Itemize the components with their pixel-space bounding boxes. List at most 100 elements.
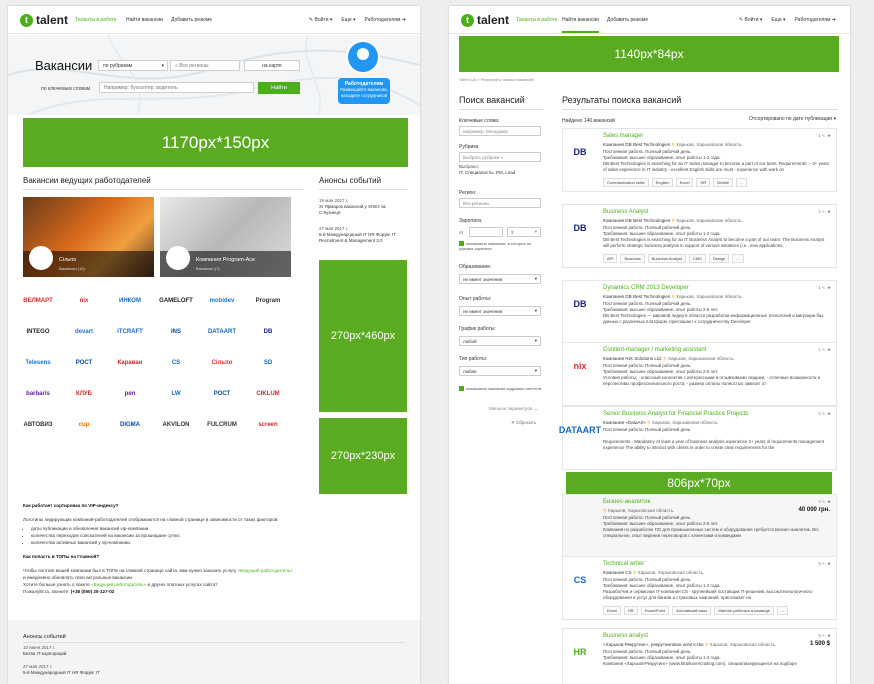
star-icon[interactable]: ★ — [827, 347, 831, 352]
vacancy-company[interactable]: Компания DB Best Technologies ⚲ Харьков,… — [603, 142, 743, 148]
employer-logo[interactable]: SD — [253, 354, 283, 372]
skill-tag[interactable]: ... — [732, 254, 744, 263]
employer-logo[interactable]: DB — [253, 323, 283, 341]
skill-tag[interactable]: HR — [696, 178, 711, 187]
employer-logo[interactable]: AKVILON — [161, 416, 191, 434]
skill-tag[interactable]: Excel — [675, 178, 694, 187]
currency-select[interactable]: $ ▾ — [507, 227, 541, 237]
employer-logo[interactable]: devart — [69, 323, 99, 341]
mid-ad-banner[interactable]: 806px*70px — [566, 472, 832, 494]
employer-logo[interactable]: КЛУБ — [69, 385, 99, 403]
nav-add-resume[interactable]: Добавить резюме — [171, 17, 212, 23]
skill-tag[interactable]: Английский язык — [672, 606, 712, 615]
vacancy-card[interactable]: DB Sales manager Компания DB Best Technolo… — [562, 128, 837, 192]
login-link[interactable]: ✎ Войти ▾ — [739, 17, 763, 23]
vacancy-company[interactable]: Компания «DataArt» ⚲ Харьков, Харьковска… — [603, 420, 719, 426]
employer-logo[interactable]: РОСТ — [207, 385, 237, 403]
vacancy-company[interactable]: Компания CS ⚲ Харьков, Харьковская облас… — [603, 570, 704, 576]
vacancy-title-link[interactable]: Dynamics CRM 2013 Developer — [603, 285, 689, 291]
star-icon[interactable]: ★ — [827, 133, 831, 138]
keywords-input[interactable]: например, Менеджер — [459, 126, 541, 136]
skill-tag[interactable]: Mobile — [713, 178, 734, 187]
leading-employer-link[interactable]: «Ведущий работодатель» — [238, 568, 293, 573]
site-logo[interactable]: t talent Таланты в работе — [461, 13, 558, 27]
phone-number[interactable]: (+38 (050) 20-127-02 — [71, 589, 115, 594]
top-ad-banner[interactable]: 1140px*84px — [459, 36, 839, 72]
employer-card-program-ace[interactable]: Компания Program-Ace Вакансии (7) — [160, 197, 291, 277]
employer-logo[interactable]: mobidev — [207, 292, 237, 310]
vacancy-card[interactable]: nix Content-manager / marketing assistant… — [562, 342, 837, 406]
footer-item[interactable]: 10 июня 2017 г. Битва IT-корпораций — [23, 645, 66, 657]
employer-logo[interactable]: Program — [253, 292, 283, 310]
employer-logo[interactable]: Telesens — [23, 354, 53, 372]
vacancy-title-link[interactable]: Technical writer — [603, 561, 644, 567]
skill-tag[interactable]: English — [651, 178, 673, 187]
employer-logo[interactable]: INS — [161, 323, 191, 341]
employer-logo[interactable]: INTEGO — [23, 323, 53, 341]
vacancy-company[interactable]: «Харьков-Рекрутинг», рекрутинговое агент… — [603, 642, 776, 648]
vacancy-title-link[interactable]: Бизнес-аналитик — [603, 499, 650, 505]
find-button[interactable]: Найти — [258, 82, 300, 94]
skill-tag[interactable]: ... — [777, 606, 789, 615]
star-icon[interactable]: ★ — [827, 499, 831, 504]
star-icon[interactable]: ★ — [827, 285, 831, 290]
nav-add-resume[interactable]: Добавить резюме — [607, 17, 648, 23]
leading-employer-link-2[interactable]: «Ведущий работодатель» — [91, 582, 146, 587]
star-icon[interactable]: ★ — [827, 411, 831, 416]
vacancy-card[interactable]: Бизнес-аналитик ⚲ Харьков, Харьковская о… — [562, 494, 837, 558]
work-type-select[interactable]: любая ▾ — [459, 366, 541, 376]
education-select[interactable]: не имеет значения ▾ — [459, 274, 541, 284]
skill-tag[interactable]: Business Analyst — [647, 254, 686, 263]
employer-logo[interactable]: DATAART — [207, 323, 237, 341]
employer-logo[interactable]: nix — [69, 292, 99, 310]
vacancy-company[interactable]: Компания DB Best Technologies ⚲ Харьков,… — [603, 218, 743, 224]
employer-logo[interactable]: pen — [115, 385, 145, 403]
announcement-item[interactable]: 19 мая 2017 г. XI Ярмарок вакансий у ХНЕУ… — [319, 198, 407, 216]
vacancy-card[interactable]: CS Technical writer Компания CS ⚲ Харьков,… — [562, 556, 837, 620]
skill-tag[interactable]: Excel — [603, 606, 621, 615]
salary-from-input[interactable] — [469, 227, 503, 237]
vacancy-title-link[interactable]: Content-manager / marketing assistant — [603, 347, 706, 353]
rubric-select[interactable]: по рубрикам ▾ — [98, 60, 168, 71]
side-ad-banner-1[interactable]: 270px*460px — [319, 260, 407, 412]
vacancy-card[interactable]: HR Business analyst «Харьков-Рекрутинг», р… — [562, 628, 837, 684]
employer-logo[interactable]: barbaris — [23, 385, 53, 403]
vacancy-card[interactable]: DATAART Senior Business Analyst for Finan… — [559, 406, 837, 470]
vacancy-title-link[interactable]: Business analyst — [603, 633, 648, 639]
vacancy-title-link[interactable]: Sales manager — [603, 133, 643, 139]
skill-tag[interactable]: Design — [708, 254, 730, 263]
skill-tag[interactable]: Business — [620, 254, 645, 263]
star-icon[interactable]: ★ — [827, 209, 831, 214]
footer-item[interactable]: 27 мая 2017 г. 5-й Международный IT HR Фо… — [23, 664, 100, 676]
vacancy-company[interactable]: ⚲ Харьков, Харьковская область. — [603, 508, 674, 514]
more-menu[interactable]: Еще ▾ — [341, 17, 355, 23]
skill-tag[interactable]: API — [603, 254, 618, 263]
employer-logo[interactable]: CS — [161, 354, 191, 372]
employer-logo[interactable]: GAMELOFT — [159, 292, 193, 310]
employers-link[interactable]: Работодателям ➔ — [365, 17, 406, 23]
employer-logo[interactable]: screen — [253, 416, 283, 434]
site-logo[interactable]: t talent Таланты в работе — [20, 13, 117, 27]
no-salary-checkbox[interactable]: показывать вакансии, в которых не указан… — [459, 241, 543, 251]
nav-find-jobs[interactable]: Найти вакансии — [126, 17, 163, 23]
vacancy-title-link[interactable]: Senior Business Analyst for Financial Pr… — [603, 411, 748, 417]
experience-select[interactable]: не имеет значения ▾ — [459, 306, 541, 316]
reset-link[interactable]: ✕ Сбросить — [511, 420, 536, 426]
rubric-select[interactable]: Выбрать рубрики » — [459, 152, 541, 162]
employer-logo[interactable]: FULCRUM — [207, 416, 237, 434]
sort-select[interactable]: Отсортировано по дате публикации ▾ — [749, 116, 836, 122]
vacancy-company[interactable]: Компания NIX Solutions Ltd. ⚲ Харьков, Х… — [603, 356, 735, 362]
breadcrumb[interactable]: Talent.UA » Результаты поиска вакансий — [459, 77, 534, 82]
login-link[interactable]: ✎ Войти ▾ — [309, 17, 333, 23]
employer-logo[interactable]: Караван — [115, 354, 145, 372]
employer-logo[interactable]: iTCRAFT — [115, 323, 145, 341]
employer-card-silpo[interactable]: Сільпо Вакансии (10) — [23, 197, 154, 277]
region-input[interactable]: Все регионы — [459, 198, 541, 208]
skill-tag[interactable]: ... — [736, 178, 748, 187]
region-input[interactable]: ⌕ Все регионы — [170, 60, 240, 71]
skill-tag[interactable]: Умение работать в команде — [714, 606, 774, 615]
employer-logo[interactable]: АВТОВИЗ — [23, 416, 53, 434]
employer-logo[interactable]: LW — [161, 385, 191, 403]
employer-logo[interactable]: Сільпо — [207, 354, 237, 372]
keyword-input[interactable]: Например: бухгалтер, водитель — [99, 82, 254, 93]
